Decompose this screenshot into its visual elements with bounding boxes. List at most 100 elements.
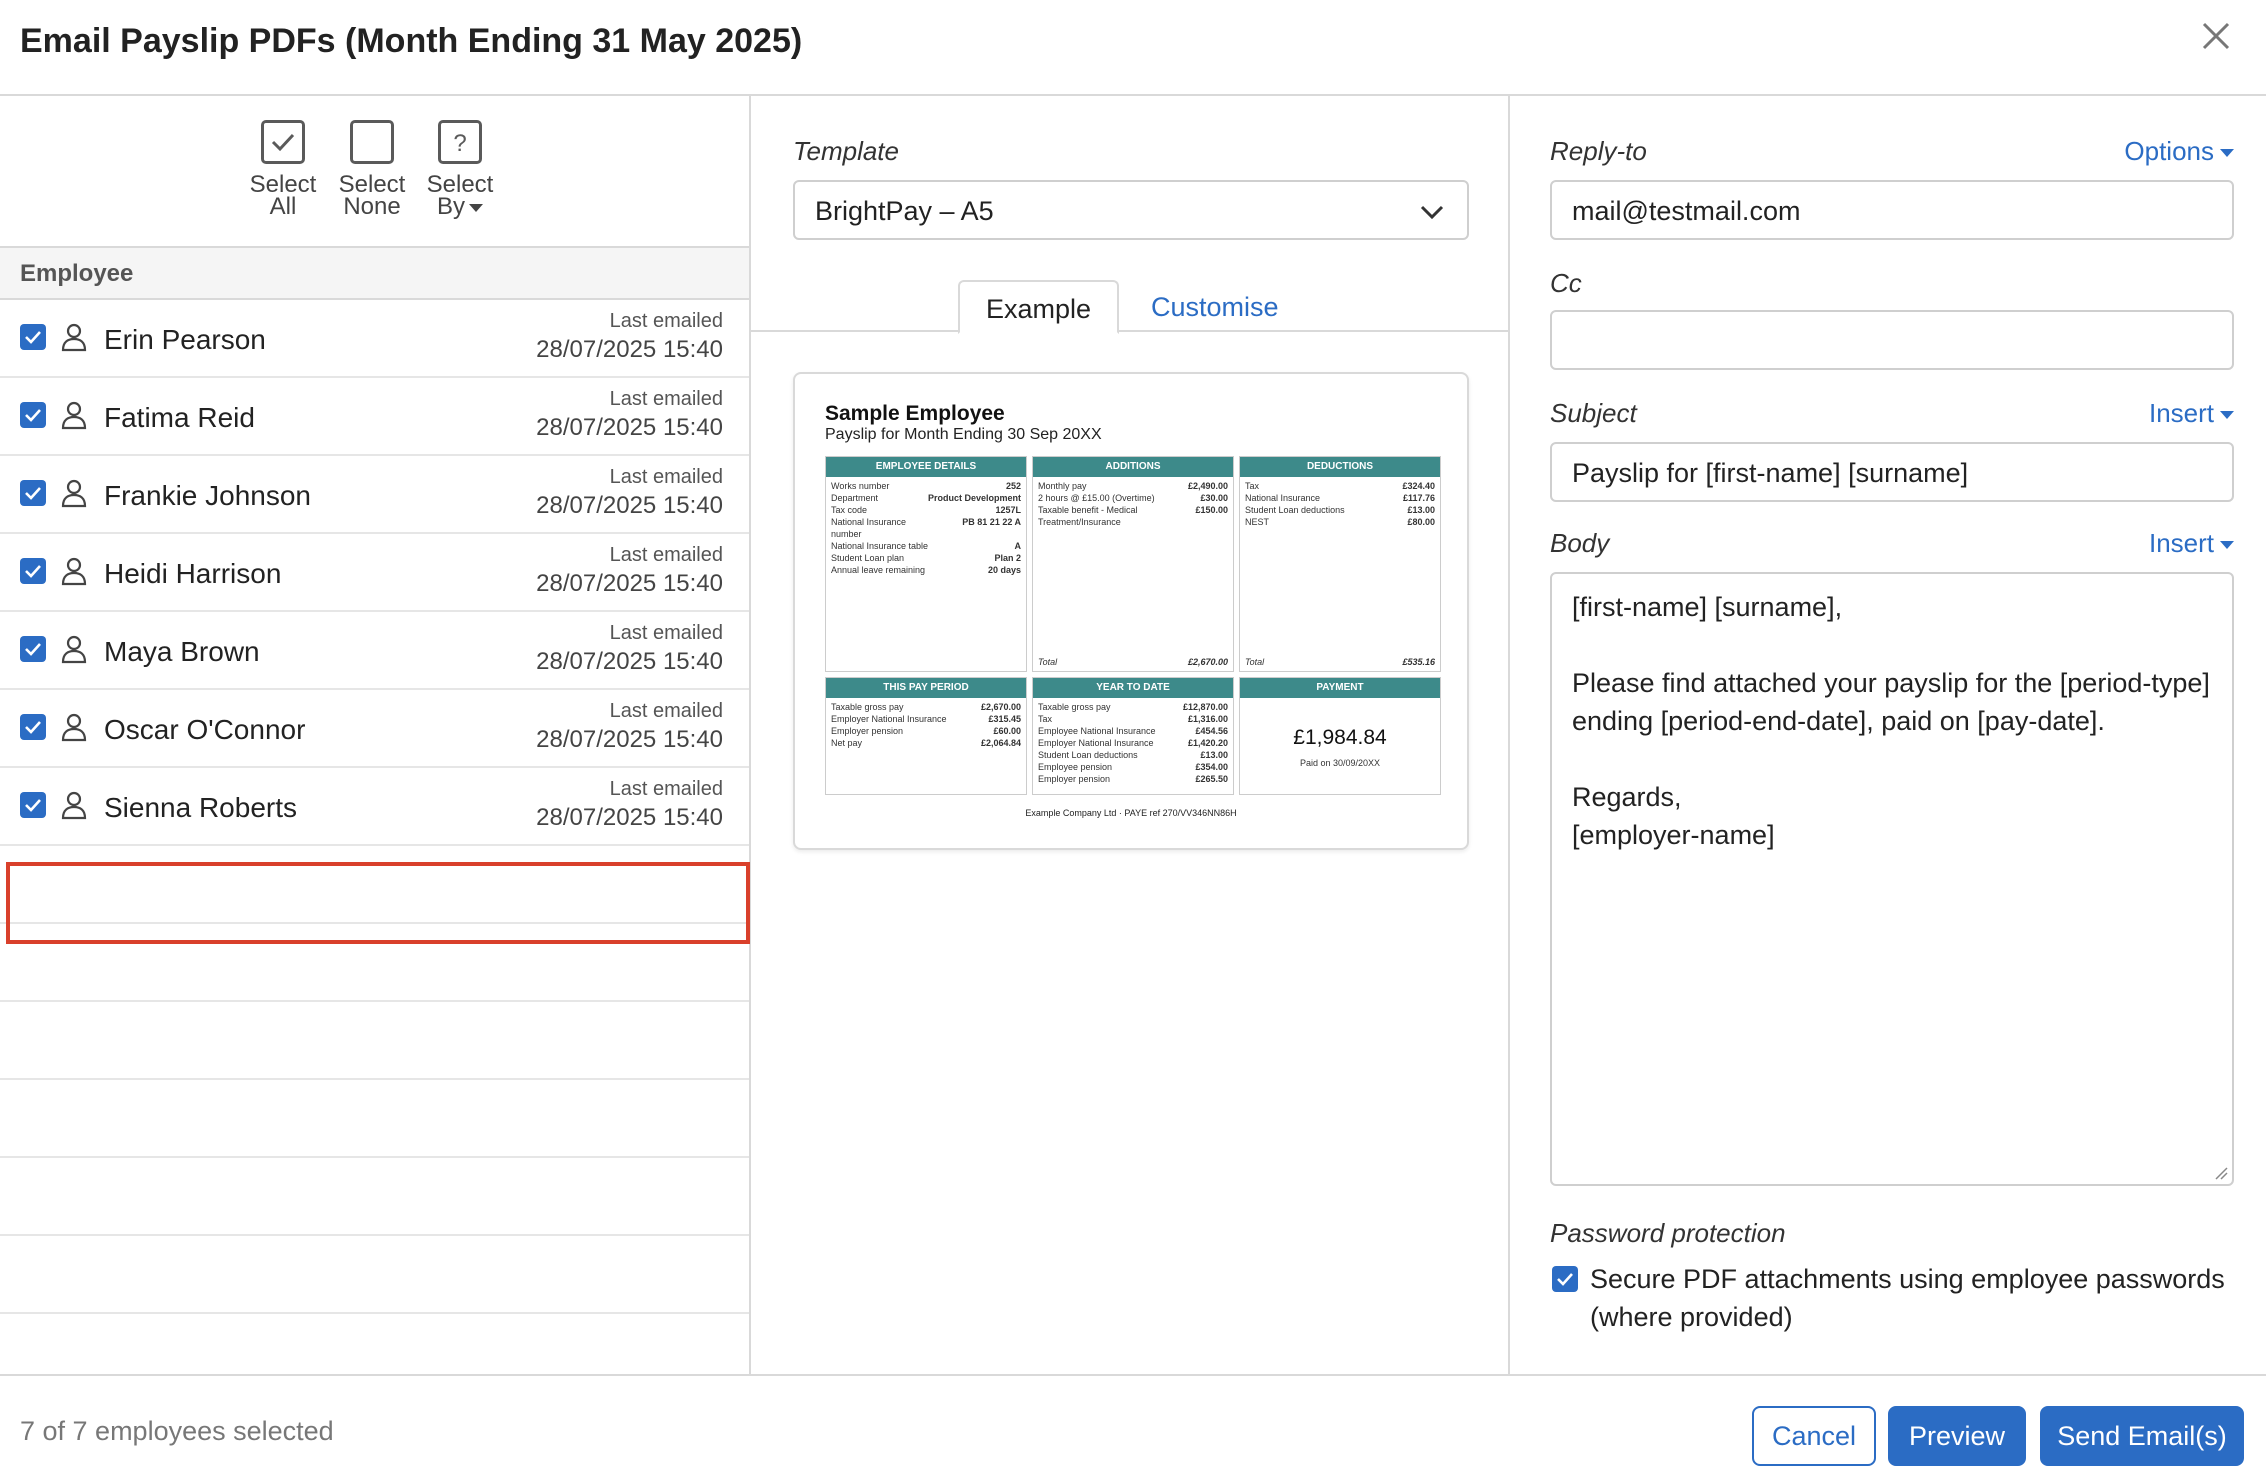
person-icon — [61, 791, 87, 820]
employee-checkbox[interactable] — [20, 402, 46, 428]
employee-checkbox[interactable] — [20, 324, 46, 350]
payslip-line-value: £315.45 — [988, 714, 1021, 724]
empty-row — [0, 1002, 749, 1080]
payslip-line: Student Loan deductions £13.00 — [1240, 505, 1440, 517]
tab-customise[interactable]: Customise — [1125, 280, 1305, 334]
payslip-line: Annual leave remaining 20 days — [826, 565, 1026, 577]
template-select[interactable]: BrightPay – A5 — [793, 180, 1469, 240]
employee-row[interactable]: Frankie Johnson Last emailed 28/07/2025 15… — [0, 456, 749, 534]
question-mark-icon: ? — [438, 120, 482, 164]
payslip-line-value: Plan 2 — [994, 553, 1021, 563]
payslip-total: Total £2,670.00 — [1038, 657, 1228, 667]
close-icon[interactable] — [2196, 16, 2236, 56]
employee-checkbox[interactable] — [20, 714, 46, 740]
tab-example[interactable]: Example — [958, 280, 1120, 334]
payslip-payment: PAYMENT £1,984.84 Paid on 30/09/20XX — [1239, 677, 1441, 795]
payslip-line-label: Student Loan deductions — [1038, 750, 1138, 760]
caret-down-icon — [2220, 541, 2234, 550]
payslip-line: NEST £80.00 — [1240, 517, 1440, 529]
caret-down-icon — [2220, 411, 2234, 420]
payslip-line-value: £13.00 — [1200, 750, 1228, 760]
payslip-line-label: NEST — [1245, 517, 1270, 527]
password-checkbox[interactable] — [1552, 1266, 1578, 1292]
employee-checkbox[interactable] — [20, 636, 46, 662]
payslip-line: Employer pension £265.50 — [1033, 774, 1233, 786]
payslip-line-value: £1,420.20 — [1187, 738, 1228, 748]
checkmark-icon — [25, 799, 41, 812]
reply-to-input[interactable]: mail@testmail.com — [1550, 180, 2234, 240]
options-dropdown[interactable]: Options — [2124, 136, 2234, 167]
checkmark-icon — [25, 409, 41, 422]
payslip-line-label: Employer National Insurance — [1038, 738, 1154, 748]
payslip-line: Works number 252 — [826, 481, 1026, 493]
insert-label: Insert — [2148, 528, 2214, 558]
employee-name: Frankie Johnson — [104, 480, 312, 511]
employee-column-header[interactable]: Employee — [0, 246, 749, 300]
employee-row[interactable]: Oscar O'Connor Last emailed 28/07/2025 15:… — [0, 690, 749, 768]
payslip-line: Tax £1,316.00 — [1033, 714, 1233, 726]
payslip-line-value: £454.56 — [1195, 726, 1228, 736]
payslip-line-value: 252 — [1005, 481, 1021, 491]
payslip-line-value: 20 days — [987, 565, 1021, 575]
payslip-line: Net pay £2,064.84 — [826, 738, 1026, 750]
last-emailed-date: 28/07/2025 15:40 — [536, 492, 723, 519]
empty-row — [0, 1236, 749, 1314]
checkmark-icon — [25, 721, 41, 734]
payslip-additions: ADDITIONS Monthly pay £2,490.00 2 hours @ … — [1032, 456, 1234, 672]
select-by-button[interactable]: ? Select By — [420, 120, 500, 219]
last-emailed-label: Last emailed — [609, 388, 723, 410]
payslip-line-label: Employee National Insurance — [1038, 726, 1156, 736]
caret-down-icon — [469, 203, 483, 212]
cc-input[interactable] — [1550, 310, 2234, 370]
payslip-line: National Insurance PB 81 21 22 A — [826, 517, 1026, 529]
body-label: Body — [1550, 528, 1610, 558]
employee-name: Maya Brown — [104, 636, 260, 667]
employee-row[interactable]: Sienna Roberts Last emailed 28/07/2025 15:… — [0, 768, 749, 846]
payslip-line-label: Treatment/Insurance — [1038, 517, 1121, 527]
payslip-line: Employer National Insurance £1,420.20 — [1033, 738, 1233, 750]
payslip-lines: Taxable gross pay £2,670.00 Employer Natio… — [826, 698, 1026, 750]
subject-insert-dropdown[interactable]: Insert — [2149, 398, 2234, 429]
payslip-line-value: £265.50 — [1195, 774, 1228, 784]
employee-list: Erin Pearson Last emailed 28/07/2025 15:40… — [0, 300, 749, 1314]
payslip-line-label: Student Loan plan — [831, 553, 905, 563]
payslip-line-label: Monthly pay — [1038, 481, 1087, 491]
preview-button[interactable]: Preview — [1888, 1406, 2026, 1466]
svg-text:?: ? — [453, 130, 466, 157]
person-icon — [61, 479, 87, 508]
employee-checkbox[interactable] — [20, 558, 46, 584]
payslip-footer: Example Company Ltd · PAYE ref 270/VV346… — [1025, 808, 1237, 818]
employee-checkbox[interactable] — [20, 480, 46, 506]
employee-row[interactable]: Maya Brown Last emailed 28/07/2025 15:40 — [0, 612, 749, 690]
employee-checkbox[interactable] — [20, 792, 46, 818]
body-textarea[interactable]: [first-name] [surname], Please find atta… — [1550, 572, 2234, 1186]
employee-row[interactable]: Heidi Harrison Last emailed 28/07/2025 15:… — [0, 534, 749, 612]
payslip-line-value: £13.00 — [1407, 505, 1435, 515]
payslip-line-label: Tax — [1245, 481, 1260, 491]
send-emails-button[interactable]: Send Email(s) — [2040, 1406, 2244, 1466]
resize-grip-icon[interactable] — [2214, 1166, 2228, 1180]
payslip-line: Taxable benefit - Medical £150.00 — [1033, 505, 1233, 517]
select-none-button[interactable]: Select None — [332, 120, 412, 219]
cancel-button[interactable]: Cancel — [1752, 1406, 1876, 1466]
last-emailed-label: Last emailed — [609, 310, 723, 332]
payslip-paid-on: Paid on 30/09/20XX — [1299, 758, 1381, 768]
template-selected-value: BrightPay – A5 — [815, 196, 994, 226]
options-label: Options — [2124, 136, 2214, 166]
payslip-line: number — [826, 529, 1026, 541]
total-label: Total — [1038, 657, 1058, 667]
employee-name: Fatima Reid — [104, 402, 255, 433]
cc-label: Cc — [1550, 268, 1582, 298]
payslip-line: 2 hours @ £15.00 (Overtime) £30.00 — [1033, 493, 1233, 505]
last-emailed-date: 28/07/2025 15:40 — [536, 726, 723, 753]
body-insert-dropdown[interactable]: Insert — [2149, 528, 2234, 559]
employee-row[interactable]: Fatima Reid Last emailed 28/07/2025 15:40 — [0, 378, 749, 456]
employee-row[interactable]: Erin Pearson Last emailed 28/07/2025 15:40 — [0, 300, 749, 378]
payslip-section-heading: ADDITIONS — [1033, 457, 1233, 477]
payslip-line-label: Employer pension — [1038, 774, 1111, 784]
payslip-line-label: Annual leave remaining — [831, 565, 926, 575]
select-all-button[interactable]: Select All — [243, 120, 323, 219]
payslip-employee-details: EMPLOYEE DETAILS Works number 252 Departme… — [825, 456, 1027, 672]
subject-input[interactable]: Payslip for [first-name] [surname] — [1550, 442, 2234, 502]
last-emailed-label: Last emailed — [609, 700, 723, 722]
